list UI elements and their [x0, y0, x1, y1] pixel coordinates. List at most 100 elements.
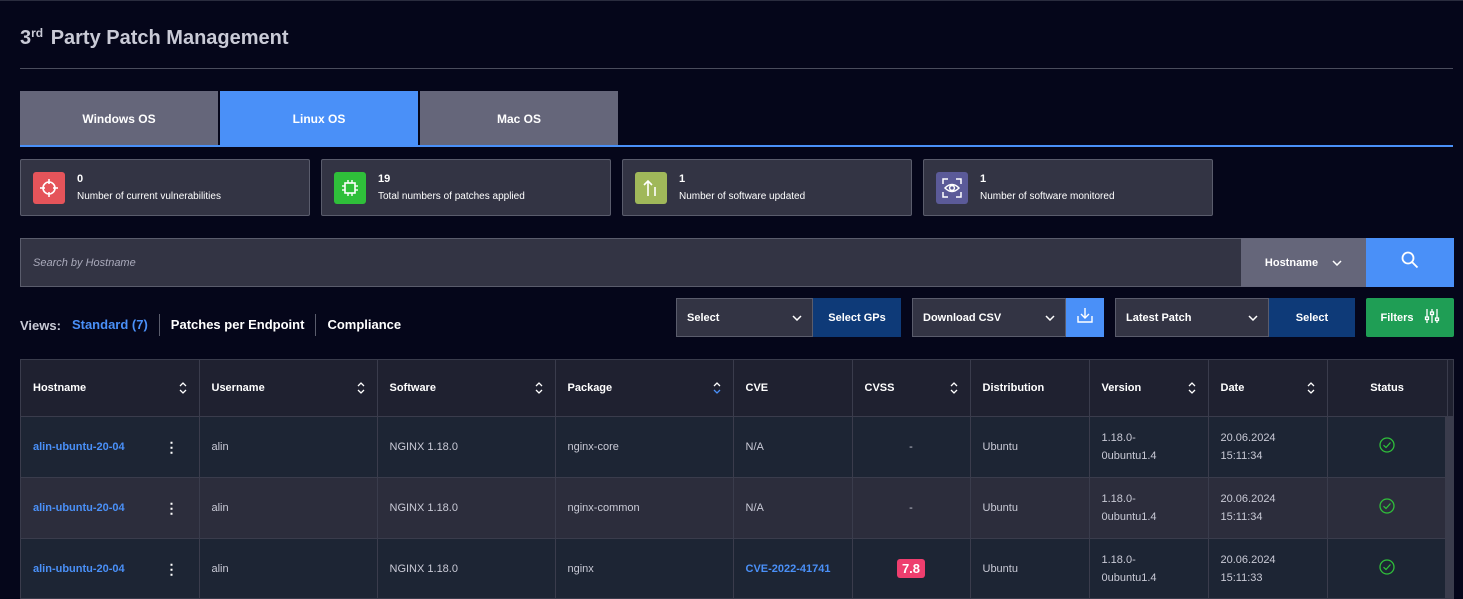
- cell-software: NGINX 1.18.0: [377, 477, 556, 539]
- stat-label: Number of software monitored: [980, 191, 1115, 202]
- filters-button[interactable]: Filters: [1366, 298, 1454, 337]
- stat-label: Number of current vulnerabilities: [77, 191, 221, 202]
- column-header-status: Status: [1327, 360, 1448, 417]
- patches-table: Hostname Username Software Package CVE C…: [20, 359, 1454, 599]
- chip-icon: [334, 171, 366, 204]
- patch-select[interactable]: Latest Patch: [1115, 298, 1269, 337]
- hostname-link[interactable]: alin-ubuntu-20-04 ⋮: [21, 416, 200, 478]
- column-header-distribution: Distribution: [970, 360, 1090, 417]
- stat-vulnerabilities: 0 Number of current vulnerabilities: [20, 159, 310, 216]
- page-title: 3rd Party Patch Management: [20, 26, 289, 49]
- sort-icon: [535, 381, 542, 394]
- stat-software-monitored: 1 Number of software monitored: [923, 159, 1213, 216]
- views-switcher: Views: Standard (7) Patches per Endpoint…: [20, 314, 412, 336]
- view-patches-per-endpoint[interactable]: Patches per Endpoint: [158, 314, 316, 336]
- search-icon: [1401, 251, 1419, 274]
- tab-mac-os[interactable]: Mac OS: [420, 91, 618, 146]
- column-header-software[interactable]: Software: [377, 360, 556, 417]
- tab-linux-os[interactable]: Linux OS: [220, 91, 418, 146]
- arrows-up-icon: [635, 171, 667, 204]
- csv-select[interactable]: Download CSV: [912, 298, 1066, 337]
- cell-version: 1.18.0- 0ubuntu1.4: [1089, 538, 1209, 598]
- cell-username: alin: [199, 538, 378, 598]
- sliders-icon: [1424, 308, 1440, 327]
- chevron-down-icon: [1045, 312, 1055, 324]
- csv-select-label: Download CSV: [923, 311, 1002, 324]
- table-row: alin-ubuntu-20-04 ⋮ alin NGINX 1.18.0 ngi…: [21, 477, 1448, 539]
- gp-select-label: Select: [687, 311, 720, 324]
- download-icon: [1077, 307, 1093, 328]
- tab-underline: [20, 145, 1453, 147]
- chevron-down-icon: [792, 312, 802, 324]
- stat-value: 0: [77, 173, 84, 185]
- column-header-cve: CVE: [733, 360, 853, 417]
- cell-version: 1.18.0- 0ubuntu1.4: [1089, 416, 1209, 478]
- cell-cvss: -: [852, 416, 971, 478]
- chevron-down-icon: [1248, 312, 1258, 324]
- sort-icon: [1307, 381, 1314, 394]
- search-field-select[interactable]: Hostname: [1241, 238, 1366, 287]
- search-bar: Search by Hostname Hostname: [20, 238, 1454, 287]
- table-row: alin-ubuntu-20-04 ⋮ alin NGINX 1.18.0 ngi…: [21, 538, 1448, 598]
- patch-select-button[interactable]: Select: [1269, 298, 1355, 337]
- stat-value: 19: [378, 173, 391, 185]
- check-circle-icon: [1379, 498, 1395, 517]
- gp-control: Select Select GPs: [676, 298, 901, 337]
- stat-software-updated: 1 Number of software updated: [622, 159, 912, 216]
- search-button[interactable]: [1366, 238, 1454, 287]
- os-tabs: Windows OS Linux OS Mac OS: [20, 91, 618, 146]
- stat-label: Total numbers of patches applied: [378, 191, 525, 202]
- table-scrollbar[interactable]: [1445, 416, 1453, 598]
- stat-value: 1: [679, 173, 686, 185]
- kebab-menu-icon[interactable]: ⋮: [165, 562, 179, 576]
- cell-username: alin: [199, 477, 378, 539]
- tab-windows-os[interactable]: Windows OS: [20, 91, 218, 146]
- hostname-link[interactable]: alin-ubuntu-20-04 ⋮: [21, 477, 200, 539]
- sort-desc-icon: [713, 381, 720, 394]
- cell-version: 1.18.0- 0ubuntu1.4: [1089, 477, 1209, 539]
- column-header-package[interactable]: Package: [555, 360, 734, 417]
- column-header-cvss[interactable]: CVSS: [852, 360, 971, 417]
- cell-status: [1327, 477, 1448, 539]
- cell-cvss: -: [852, 477, 971, 539]
- cell-cve: N/A: [733, 416, 853, 478]
- patch-control: Latest Patch Select: [1115, 298, 1355, 337]
- column-header-version[interactable]: Version: [1089, 360, 1209, 417]
- sort-icon: [357, 381, 364, 394]
- title-divider: [20, 68, 1453, 69]
- cell-distribution: Ubuntu: [970, 477, 1090, 539]
- table-row: alin-ubuntu-20-04 ⋮ alin NGINX 1.18.0 ngi…: [21, 416, 1448, 478]
- cell-software: NGINX 1.18.0: [377, 416, 556, 478]
- check-circle-icon: [1379, 437, 1395, 456]
- cell-cve: N/A: [733, 477, 853, 539]
- cell-status: [1327, 416, 1448, 478]
- cvss-badge: 7.8: [896, 559, 926, 578]
- cell-date: 20.06.2024 15:11:33: [1208, 538, 1328, 598]
- cell-distribution: Ubuntu: [970, 538, 1090, 598]
- kebab-menu-icon[interactable]: ⋮: [165, 440, 179, 454]
- stats-row: 0 Number of current vulnerabilities 19 T…: [20, 159, 1213, 216]
- view-compliance[interactable]: Compliance: [315, 314, 412, 336]
- search-input[interactable]: Search by Hostname: [20, 238, 1241, 287]
- gp-select[interactable]: Select: [676, 298, 813, 337]
- kebab-menu-icon[interactable]: ⋮: [165, 501, 179, 515]
- cell-software: NGINX 1.18.0: [377, 538, 556, 598]
- sort-icon: [950, 381, 957, 394]
- column-header-date[interactable]: Date: [1208, 360, 1328, 417]
- cell-date: 20.06.2024 15:11:34: [1208, 416, 1328, 478]
- column-header-hostname[interactable]: Hostname: [21, 360, 200, 417]
- filters-control: Filters: [1366, 298, 1454, 337]
- cell-cvss: 7.8: [852, 538, 971, 598]
- cve-link[interactable]: CVE-2022-41741: [733, 538, 853, 598]
- view-standard[interactable]: Standard (7): [72, 314, 159, 336]
- cell-package: nginx: [555, 538, 734, 598]
- chevron-down-icon: [1332, 257, 1342, 269]
- filters-label: Filters: [1380, 311, 1414, 324]
- column-header-username[interactable]: Username: [199, 360, 378, 417]
- select-gps-button[interactable]: Select GPs: [813, 298, 901, 337]
- hostname-link[interactable]: alin-ubuntu-20-04 ⋮: [21, 538, 200, 598]
- cell-username: alin: [199, 416, 378, 478]
- patch-select-label: Latest Patch: [1126, 311, 1192, 324]
- cell-distribution: Ubuntu: [970, 416, 1090, 478]
- download-button[interactable]: [1066, 298, 1104, 337]
